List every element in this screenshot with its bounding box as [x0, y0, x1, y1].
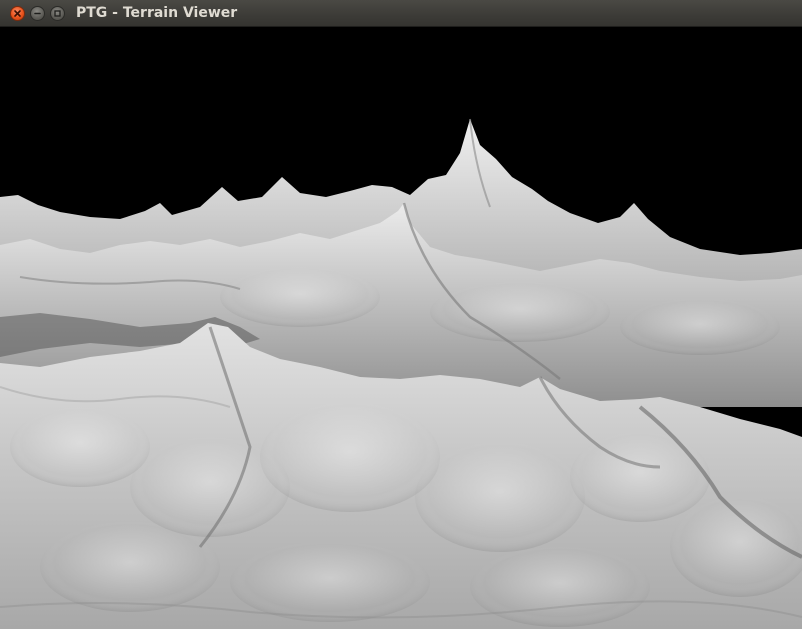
title-bar[interactable]: PTG - Terrain Viewer — [0, 0, 802, 27]
minimize-icon — [34, 12, 41, 15]
close-button[interactable] — [10, 6, 25, 21]
terrain-viewport[interactable] — [0, 27, 802, 629]
close-icon — [14, 10, 21, 17]
terrain-viewer-window: PTG - Terrain Viewer — [0, 0, 802, 629]
terrain-render — [0, 118, 802, 629]
minimize-button[interactable] — [30, 6, 45, 21]
maximize-button[interactable] — [50, 6, 65, 21]
maximize-icon — [54, 10, 61, 17]
window-title: PTG - Terrain Viewer — [76, 5, 238, 21]
